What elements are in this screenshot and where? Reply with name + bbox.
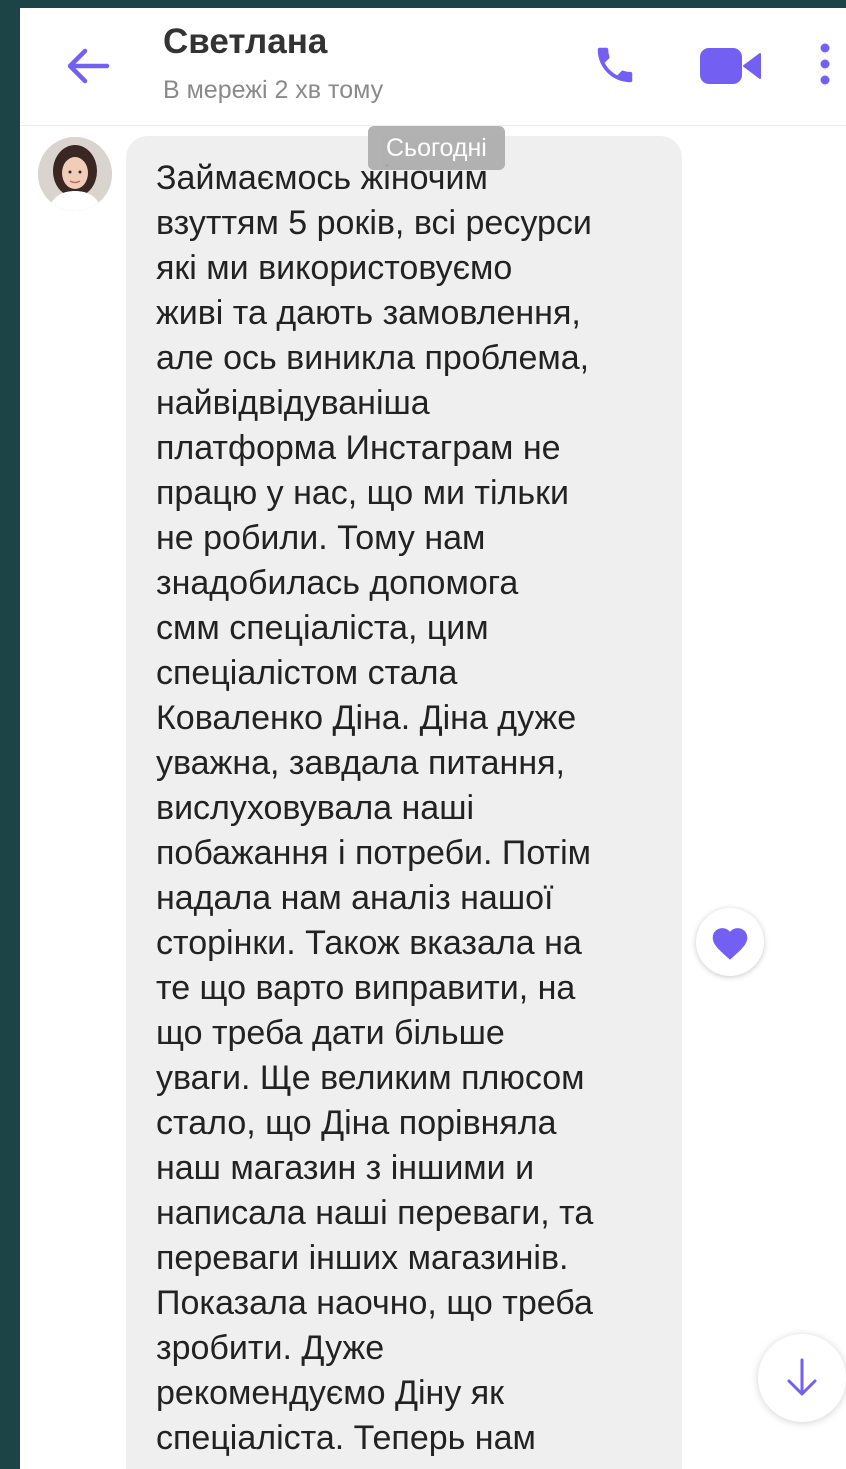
more-vertical-icon bbox=[820, 43, 830, 85]
contact-name[interactable]: Светлана bbox=[163, 22, 327, 62]
arrow-left-icon bbox=[67, 48, 110, 84]
scroll-to-bottom-button[interactable] bbox=[758, 1334, 846, 1422]
like-button[interactable] bbox=[696, 908, 764, 976]
message-text: Займаємось жіночим взуттям 5 років, всі … bbox=[156, 159, 594, 1457]
video-camera-icon bbox=[700, 48, 761, 84]
contact-status: В мережі 2 хв тому bbox=[163, 76, 384, 104]
arrow-down-icon bbox=[787, 1358, 817, 1396]
avatar-photo bbox=[38, 137, 112, 211]
date-separator: Сьогодні bbox=[368, 126, 505, 170]
video-call-button[interactable] bbox=[694, 38, 766, 94]
call-button[interactable] bbox=[586, 36, 644, 94]
chat-screen: Светлана В мережі 2 хв тому Займаємось ж… bbox=[20, 8, 846, 1469]
back-button[interactable] bbox=[60, 38, 116, 94]
contact-avatar[interactable] bbox=[38, 137, 112, 211]
heart-icon bbox=[712, 928, 748, 960]
more-options-button[interactable] bbox=[810, 34, 840, 94]
chat-header: Светлана В мережі 2 хв тому bbox=[20, 8, 846, 126]
phone-icon bbox=[597, 47, 633, 83]
